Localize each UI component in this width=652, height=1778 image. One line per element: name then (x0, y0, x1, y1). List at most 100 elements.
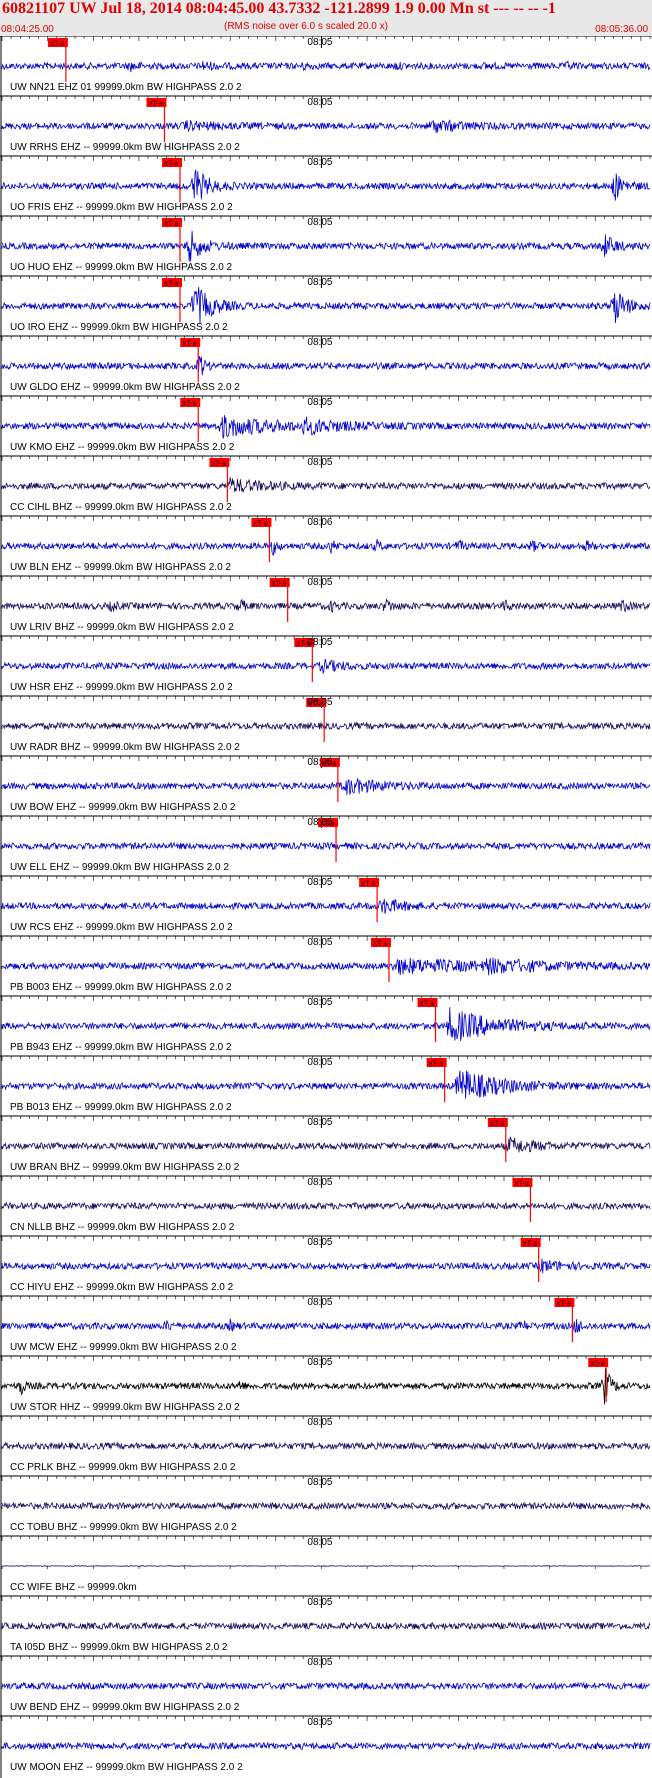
waveform-trace (1, 538, 651, 556)
pick-label: xT-a (490, 1120, 505, 1128)
station-label: UW BOW EHZ -- 99999.0km BW HIGHPASS 2.0 … (10, 802, 236, 813)
waveform-trace (1, 355, 651, 376)
pick-label: xT-a (211, 460, 226, 468)
minute-tick-label: 08:05 (307, 1057, 333, 1068)
station-label: TA I05D BHZ -- 99999.0km BW HIGHPASS 2.0… (10, 1642, 228, 1653)
station-label: PB B943 EHZ -- 99999.0km BW HIGHPASS 2.0… (10, 1042, 232, 1053)
pick-label: xT-a (429, 1060, 444, 1068)
minute-tick-label: 08:05 (307, 1237, 333, 1248)
station-label: PB B003 EHZ -- 99999.0km BW HIGHPASS 2.0… (10, 982, 232, 993)
station-label: CC TOBU BHZ -- 99999.0km BW HIGHPASS 2.0… (10, 1522, 237, 1533)
station-label: UW LRIV BHZ -- 99999.0km BW HIGHPASS 2.0… (10, 622, 234, 633)
waveform-trace (1, 1201, 651, 1211)
station-label: CN NLLB BHZ -- 99999.0km BW HIGHPASS 2.0… (10, 1222, 235, 1233)
pick-label: xT-a (164, 160, 179, 168)
station-label: UW RADR BHZ -- 99999.0km BW HIGHPASS 2.0… (10, 742, 240, 753)
waveform-trace (1, 119, 651, 133)
station-label: PB B013 EHZ -- 99999.0km BW HIGHPASS 2.0… (10, 1102, 232, 1113)
pick-label: xT-a (50, 40, 65, 48)
event-title: 60821107 UW Jul 18, 2014 08:04:45.00 43.… (2, 0, 556, 17)
minute-tick-label: 08:05 (307, 457, 333, 468)
minute-tick-label: 08:05 (307, 757, 333, 768)
minute-tick-label: 08:05 (307, 1417, 333, 1428)
header: 60821107 UW Jul 18, 2014 08:04:45.00 43.… (0, 0, 652, 36)
start-time: 08:04:25.00 (1, 24, 54, 35)
minute-tick-label: 08:05 (307, 1597, 333, 1608)
minute-tick-label: 08:05 (307, 877, 333, 888)
minute-tick-label: 08:05 (307, 337, 333, 348)
waveform-trace (1, 230, 651, 262)
minute-tick-label: 08:05 (307, 937, 333, 948)
pick-label: xT-a (361, 880, 376, 888)
waveform-trace (1, 898, 651, 914)
end-time: 08:05:36.00 (595, 24, 648, 35)
pick-label: xT-a (164, 220, 179, 228)
minute-tick-label: 08:05 (307, 1357, 333, 1368)
minute-tick-label: 08:05 (307, 1117, 333, 1128)
minute-tick-label: 08:05 (307, 1717, 333, 1728)
waveform-trace (1, 1621, 651, 1631)
station-label: UW STOR HHZ -- 99999.0km BW HIGHPASS 2.0… (10, 1402, 240, 1413)
station-label: CC CIHL BHZ -- 99999.0km BW HIGHPASS 2.0… (10, 502, 232, 513)
waveform-trace (1, 659, 651, 675)
waveform-trace (1, 1368, 651, 1405)
waveform-trace (1, 1681, 651, 1691)
waveform-trace (1, 1007, 651, 1041)
waveform-trace (1, 1070, 651, 1099)
rms-subtitle: (RMS noise over 6.0 s scaled 20.0 x) (224, 21, 388, 32)
minute-tick-label: 08:05 (307, 1177, 333, 1188)
seismogram-svg: xT-a xT-a xT-a xT-a xT-a xT-a xT-a xT-a xT-a xT-a… (0, 36, 652, 1778)
minute-tick-label: 08:05 (307, 637, 333, 648)
minute-tick-label: 08:05 (307, 1297, 333, 1308)
station-label: CC HIYU EHZ -- 99999.0km BW HIGHPASS 2.0… (10, 1282, 234, 1293)
waveform-trace (1, 1741, 651, 1751)
waveform-trace (1, 598, 651, 613)
waveform-trace (1, 1318, 651, 1333)
minute-tick-label: 08:05 (307, 1657, 333, 1668)
minute-tick-label: 08:05 (307, 817, 333, 828)
station-label: UW MOON EHZ -- 99999.0km BW HIGHPASS 2.0… (10, 1762, 243, 1773)
waveform-trace (1, 59, 651, 73)
waveform-trace (1, 1501, 651, 1511)
pick-label: xT-a (164, 280, 179, 288)
pick-label: xT-a (523, 1240, 538, 1248)
station-label: UW HSR EHZ -- 99999.0km BW HIGHPASS 2.0 … (10, 682, 233, 693)
pick-label: xT-a (590, 1360, 605, 1368)
waveform-trace (1, 841, 651, 851)
pick-label: xT-a (373, 940, 388, 948)
waveform-trace (1, 1441, 651, 1451)
waveform-trace (1, 169, 651, 201)
pick-label: xT-a (182, 340, 197, 348)
minute-tick-label: 08:06 (307, 517, 333, 528)
waveform-trace (1, 287, 651, 324)
station-label: CC WIFE BHZ -- 99999.0km (10, 1582, 137, 1593)
waveform-trace (1, 1258, 651, 1274)
minute-tick-label: 08:05 (307, 997, 333, 1008)
minute-tick-label: 08:05 (307, 97, 333, 108)
station-label: UW BLN EHZ -- 99999.0km BW HIGHPASS 2.0 … (10, 562, 231, 573)
waveform-trace (1, 415, 651, 439)
station-label: UW BEND EHZ -- 99999.0km BW HIGHPASS 2.0… (10, 1702, 240, 1713)
waveform-trace (1, 778, 651, 796)
station-label: UO HUO EHZ -- 99999.0km BW HIGHPASS 2.0 … (10, 262, 233, 273)
station-label: UW GLDO EHZ -- 99999.0km BW HIGHPASS 2.0… (10, 382, 240, 393)
waveform-trace (1, 477, 651, 493)
station-label: CC PRLK BHZ -- 99999.0km BW HIGHPASS 2.0… (10, 1462, 236, 1473)
pick-label: xT-a (148, 100, 163, 108)
waveform-trace (1, 957, 651, 976)
minute-tick-label: 08:05 (307, 157, 333, 168)
minute-tick-label: 08:05 (307, 697, 333, 708)
station-label: UW ELL EHZ -- 99999.0km BW HIGHPASS 2.0 … (10, 862, 229, 873)
pick-label: xT-a (420, 1000, 435, 1008)
waveform-trace (1, 1565, 651, 1567)
pick-label: xT-a (253, 520, 268, 528)
minute-tick-label: 08:05 (307, 217, 333, 228)
station-label: UW RRHS EHZ -- 99999.0km BW HIGHPASS 2.0… (10, 142, 240, 153)
station-label: UO IRO EHZ -- 99999.0km BW HIGHPASS 2.0 … (10, 322, 228, 333)
minute-tick-label: 08:05 (307, 397, 333, 408)
station-label: UO FRIS EHZ -- 99999.0km BW HIGHPASS 2.0… (10, 202, 233, 213)
seismogram-plot: xT-a xT-a xT-a xT-a xT-a xT-a xT-a xT-a xT-a xT-a… (0, 36, 652, 1778)
station-label: UW NN21 EHZ 01 99999.0km BW HIGHPASS 2.0… (10, 82, 242, 93)
waveform-trace (1, 721, 651, 731)
minute-tick-label: 08:05 (307, 37, 333, 48)
